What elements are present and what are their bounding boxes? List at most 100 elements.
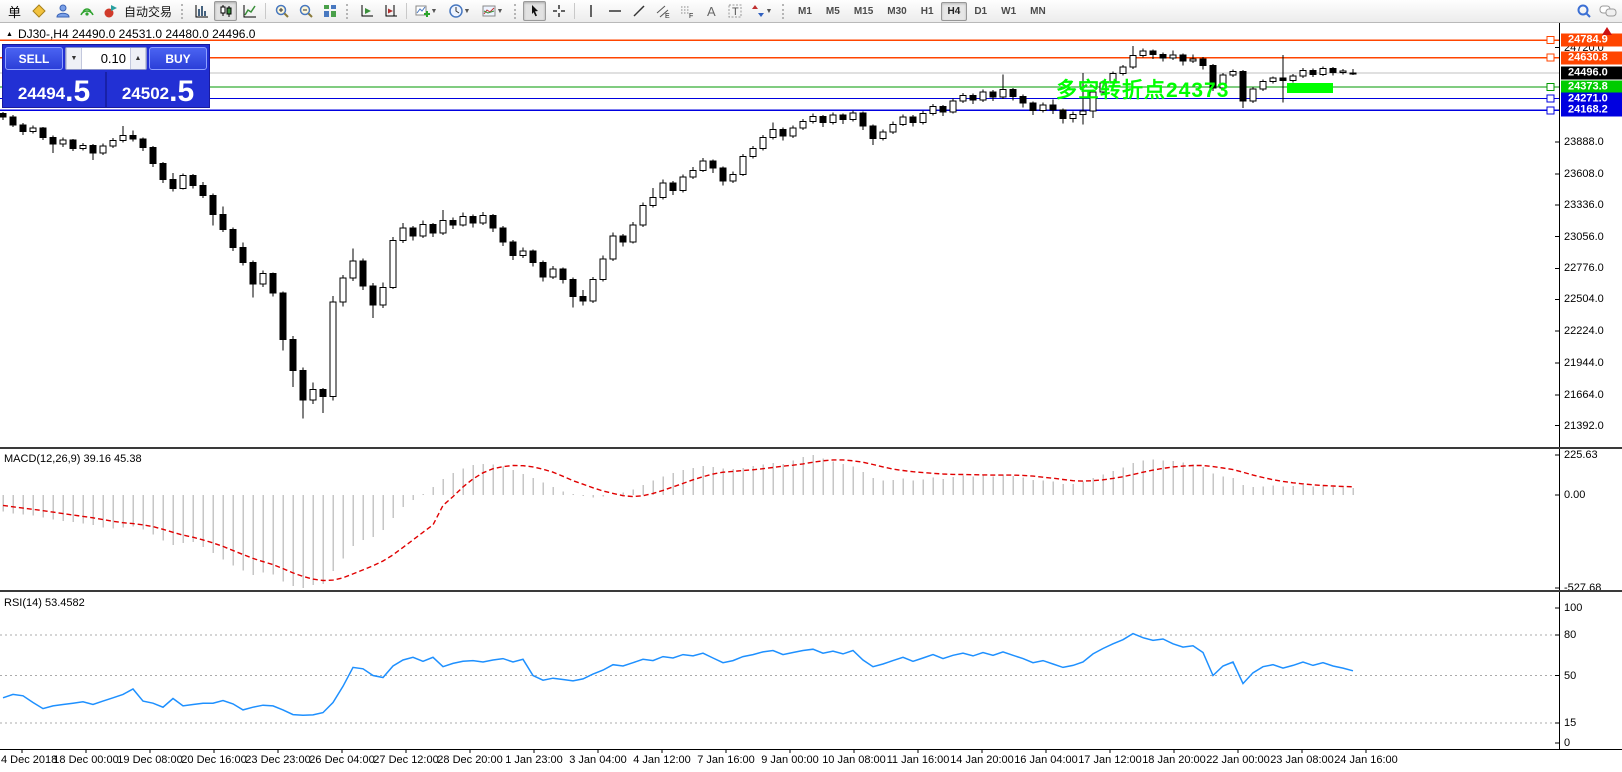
rsi-tick-label: 100 [1564, 602, 1583, 614]
buy-price[interactable]: 24502.5 [105, 72, 209, 107]
volume-box: ▼ ▲ [65, 47, 147, 70]
time-axis-label: 9 Jan 00:00 [761, 754, 819, 766]
vertical-line-icon[interactable] [579, 1, 602, 21]
price-tick-label: 22504.0 [1564, 293, 1604, 306]
time-axis-label: 20 Dec 16:00 [181, 754, 247, 766]
text-icon[interactable]: A [699, 1, 722, 21]
time-axis-label: 16 Jan 04:00 [1014, 754, 1078, 766]
price-tick-label: 23608.0 [1564, 167, 1604, 180]
buy-button[interactable]: BUY [149, 47, 207, 70]
toolbar: 单 自动交易 ▼ ▼ ▼ E F A T ▼ M1 M5 M15 M30 H1 H4 D1 W… [0, 0, 1622, 23]
search-icon[interactable] [1572, 1, 1595, 21]
svg-text:F: F [689, 13, 693, 19]
time-axis-label: 22 Jan 00:00 [1206, 754, 1270, 766]
timeframe-M30[interactable]: M30 [880, 2, 913, 21]
time-axis-label: 14 Jan 20:00 [950, 754, 1014, 766]
macd-tick-label: 225.63 [1564, 449, 1598, 461]
toolbar-group-handle [181, 3, 185, 19]
timeframe-D1[interactable]: D1 [967, 2, 994, 21]
volume-increase-button[interactable]: ▲ [130, 48, 146, 69]
timeframe-M15[interactable]: M15 [847, 2, 880, 21]
time-axis-label: 23 Jan 08:00 [1270, 754, 1334, 766]
profile-icon[interactable] [51, 1, 74, 21]
time-axis-label: 1 Jan 23:00 [505, 754, 563, 766]
timeframe-M1[interactable]: M1 [791, 2, 819, 21]
text-label-icon[interactable]: T [723, 1, 746, 21]
chart-title: ▲ DJ30-,H4 24490.0 24531.0 24480.0 24496… [6, 27, 255, 41]
alert-marker-icon [1602, 27, 1612, 35]
zoom-in-icon[interactable] [270, 1, 293, 21]
autotrading-icon[interactable] [99, 1, 122, 21]
panel-separator[interactable] [0, 447, 1622, 449]
time-axis-label: 18 Jan 20:00 [1142, 754, 1206, 766]
chart-canvas[interactable] [0, 0, 1622, 772]
panel-separator[interactable] [0, 590, 1622, 592]
time-axis-label: 24 Jan 16:00 [1334, 754, 1398, 766]
time-axis-label: 3 Jan 04:00 [569, 754, 627, 766]
timeframe-H4[interactable]: H4 [940, 1, 968, 21]
zoom-out-icon[interactable] [294, 1, 317, 21]
timeframe-W1[interactable]: W1 [994, 2, 1023, 21]
tile-windows-icon[interactable] [318, 1, 341, 21]
time-axis-label: 10 Jan 08:00 [822, 754, 886, 766]
annotation-text: 多空转折点24373 [1056, 79, 1230, 102]
timeframe-H1[interactable]: H1 [914, 2, 941, 21]
svg-text:T: T [732, 6, 739, 18]
timeframe-MN[interactable]: MN [1023, 2, 1053, 21]
chart-shift-icon[interactable] [379, 1, 402, 21]
volume-input[interactable] [82, 48, 130, 69]
macd-indicator-label: MACD(12,26,9) 39.16 45.38 [4, 453, 142, 465]
add-indicator-icon[interactable]: ▼ [411, 1, 443, 21]
chart-title-text: DJ30-,H4 24490.0 24531.0 24480.0 24496.0 [17, 27, 256, 41]
rsi-tick-label: 50 [1564, 669, 1577, 682]
price-tick-label: 23888.0 [1564, 136, 1604, 149]
sell-price[interactable]: 24494.5 [3, 72, 105, 107]
fibonacci-icon[interactable]: F [675, 1, 698, 21]
line-chart-icon[interactable] [238, 1, 261, 21]
trendline-icon[interactable] [627, 1, 650, 21]
autotrading-label[interactable]: 自动交易 [124, 3, 172, 20]
time-axis-label: 4 Jan 12:00 [633, 754, 691, 766]
price-tag: 24168.2 [1561, 103, 1622, 117]
timeframe-M5[interactable]: M5 [819, 2, 847, 21]
price-tick-label: 21664.0 [1564, 388, 1604, 401]
time-axis-label: 18 Dec 00:00 [53, 754, 119, 766]
templates-icon[interactable]: ▼ [477, 1, 509, 21]
rsi-tick-label: 80 [1564, 629, 1577, 641]
time-axis-label: 23 Dec 23:00 [245, 754, 311, 766]
crosshair-icon[interactable] [547, 1, 570, 21]
macd-tick-label: -527.68 [1564, 582, 1602, 594]
price-tag: 24630.8 [1561, 51, 1622, 65]
price-tick-label: 22224.0 [1564, 325, 1604, 338]
price-tick-label: 21392.0 [1564, 419, 1604, 432]
one-click-trading-panel: SELL ▼ ▲ BUY 24494.5 24502.5 [2, 44, 210, 108]
new-order-icon[interactable]: 单 [3, 1, 26, 21]
price-axis-border [1559, 23, 1560, 749]
volume-decrease-button[interactable]: ▼ [66, 48, 82, 69]
timeframe-group: M1 M5 M15 M30 H1 H4 D1 W1 MN [791, 1, 1053, 21]
signal-icon[interactable] [75, 1, 98, 21]
candlestick-chart-icon[interactable] [214, 1, 238, 21]
svg-text:E: E [665, 13, 670, 19]
toolbar-group-handle [514, 3, 518, 19]
chat-icon[interactable] [1596, 1, 1619, 21]
price-tick-label: 23056.0 [1564, 230, 1604, 243]
time-axis-label: 11 Jan 16:00 [886, 754, 950, 766]
chart-gem-icon[interactable] [27, 1, 50, 21]
price-tick-label: 22776.0 [1564, 262, 1604, 275]
price-tick-label: 23336.0 [1564, 198, 1604, 211]
auto-scroll-icon[interactable] [355, 1, 378, 21]
sell-button[interactable]: SELL [5, 47, 63, 70]
price-tag: 24496.0 [1561, 66, 1622, 80]
time-axis-label: 28 Dec 20:00 [437, 754, 503, 766]
symbol-marker-icon: ▲ [6, 30, 13, 38]
cursor-icon[interactable] [523, 1, 547, 21]
price-tag: 24784.9 [1561, 33, 1622, 47]
equidistant-channel-icon[interactable]: E [651, 1, 674, 21]
periods-icon[interactable]: ▼ [444, 1, 476, 21]
macd-tick-label: 0.00 [1564, 488, 1586, 501]
time-axis-label: 7 Jan 16:00 [697, 754, 755, 766]
arrows-icon[interactable]: ▼ [747, 1, 777, 21]
horizontal-line-icon[interactable] [603, 1, 626, 21]
bar-chart-icon[interactable] [190, 1, 213, 21]
